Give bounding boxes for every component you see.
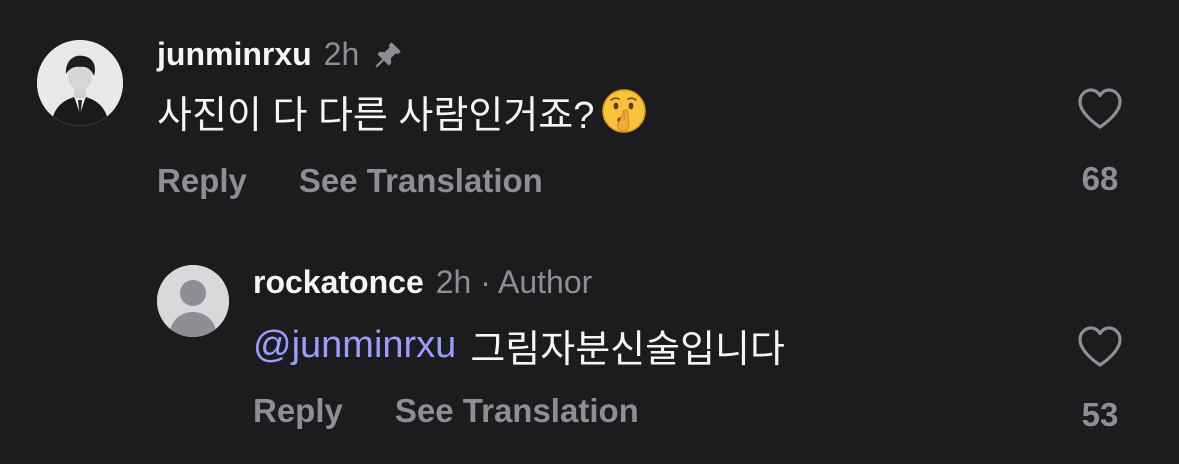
username[interactable]: junminrxu xyxy=(157,36,312,73)
heart-icon[interactable] xyxy=(1076,86,1124,132)
like-area: 53 xyxy=(1076,324,1124,434)
timestamp-author: 2h · Author xyxy=(435,264,593,300)
heart-icon[interactable] xyxy=(1076,324,1124,370)
comment-body: 사진이 다 다른 사람인거죠? xyxy=(157,94,595,137)
comment-actions: Reply See Translation xyxy=(157,162,543,200)
avatar[interactable] xyxy=(37,40,123,126)
comment-text: 사진이 다 다른 사람인거죠? xyxy=(157,88,648,137)
shushing-face-icon xyxy=(602,89,647,133)
avatar-photo xyxy=(37,40,123,126)
mention-link[interactable]: @junminrxu xyxy=(253,324,456,367)
timestamp: 2h xyxy=(323,36,360,72)
pin-icon xyxy=(375,41,402,68)
default-avatar-icon xyxy=(157,265,229,337)
see-translation-button[interactable]: See Translation xyxy=(395,392,639,430)
comment-body: 그림자분신술입니다 xyxy=(470,328,785,371)
like-area: 68 xyxy=(1076,86,1124,198)
reply-button[interactable]: Reply xyxy=(253,392,343,430)
reply-comment: rockatonce 2h · Author @junminrxu 그림자분신술… xyxy=(0,230,1179,464)
comment-header: junminrxu 2h xyxy=(157,36,405,73)
comment: junminrxu 2h 사진이 다 다른 사람인거죠? Reply See T… xyxy=(0,0,1179,230)
comment-actions: Reply See Translation xyxy=(253,392,639,430)
like-count: 68 xyxy=(1081,160,1119,197)
comment-header: rockatonce 2h · Author xyxy=(253,264,592,301)
username[interactable]: rockatonce xyxy=(253,264,424,301)
comment-text: @junminrxu 그림자분신술입니다 xyxy=(253,322,785,371)
reply-button[interactable]: Reply xyxy=(157,162,247,200)
see-translation-button[interactable]: See Translation xyxy=(299,162,543,200)
avatar[interactable] xyxy=(157,265,229,337)
like-count: 53 xyxy=(1081,396,1119,433)
